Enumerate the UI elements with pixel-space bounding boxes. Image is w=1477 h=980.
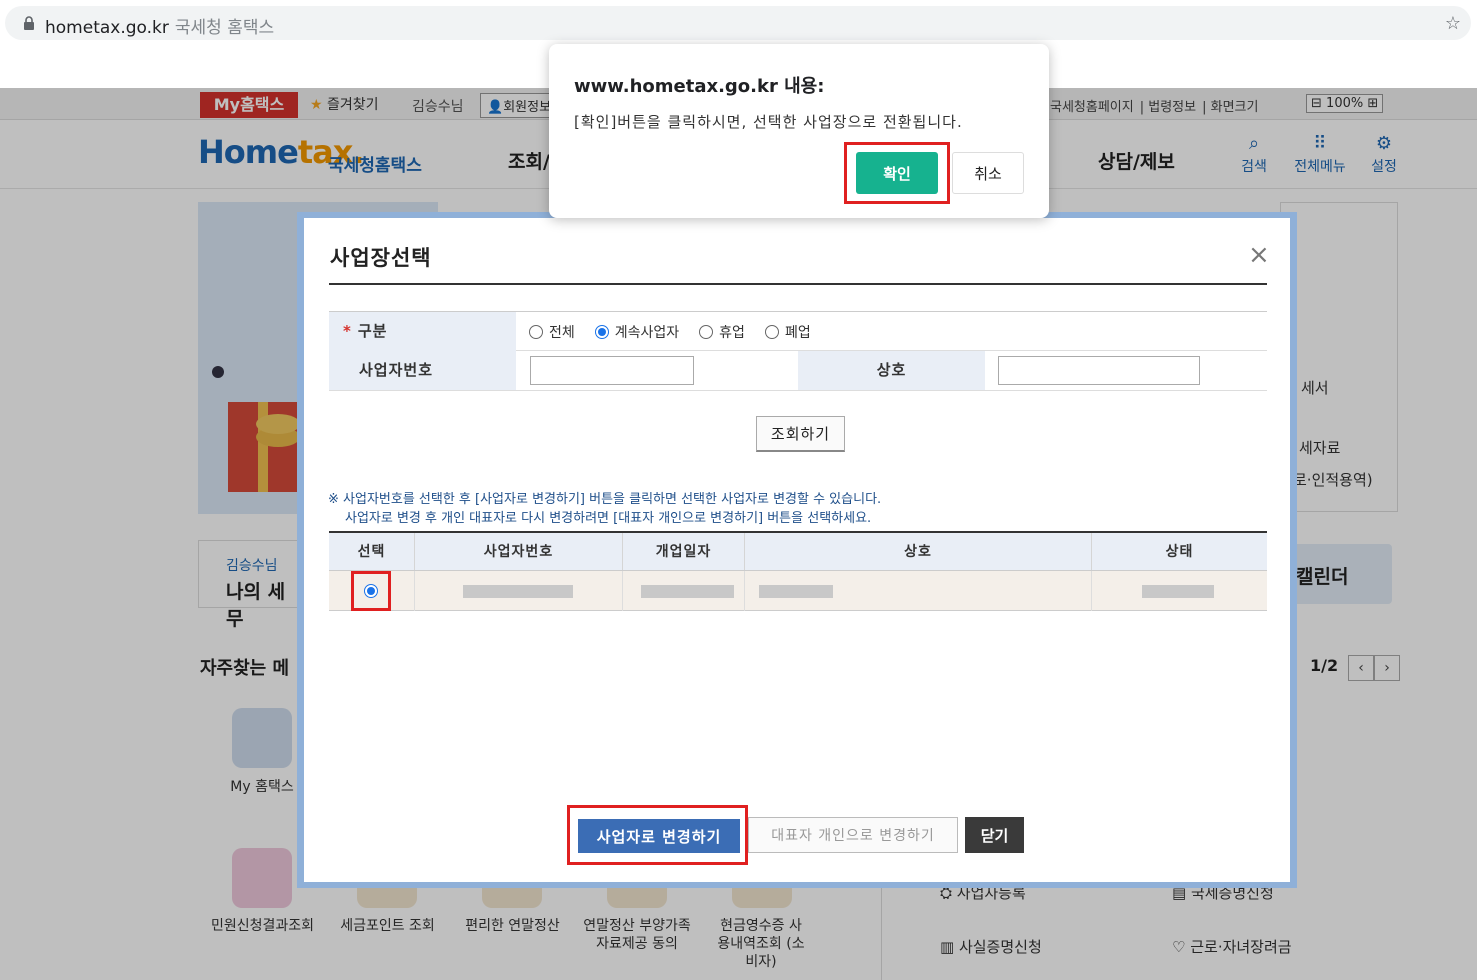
name-label: 상호 <box>798 351 985 390</box>
radio-circle-icon[interactable] <box>529 325 543 339</box>
change-to-business-button[interactable]: 사업자로 변경하기 <box>578 819 740 853</box>
cell-bizno <box>415 571 623 611</box>
table-header: 선택 사업자번호 개업일자 상호 상태 <box>329 531 1267 571</box>
radio-circle-icon[interactable] <box>699 325 714 339</box>
title-divider <box>329 283 1267 285</box>
address-bar[interactable]: hometax.go.kr 국세청 홈택스 ☆ <box>5 6 1471 40</box>
cancel-button[interactable]: 취소 <box>952 152 1024 194</box>
search-button[interactable]: 조회하기 <box>756 416 845 452</box>
search-form: * 구분 전체 계속사업자 휴업 폐업 사업자번호 상호 <box>329 311 1267 391</box>
url-text: hometax.go.kr 국세청 홈택스 <box>45 18 275 38</box>
redacted-bizno <box>463 585 573 598</box>
ok-button[interactable]: 확인 <box>856 152 938 194</box>
confirm-dialog: www.hometax.go.kr 내용: [확인]버튼을 클릭하시면, 선택한… <box>549 44 1049 218</box>
redacted-date <box>641 585 734 598</box>
col-header-select: 선택 <box>329 533 415 570</box>
confirm-message: [확인]버튼을 클릭하시면, 선택한 사업장으로 전환됩니다. <box>574 113 963 131</box>
radio-circle-icon[interactable] <box>764 325 779 339</box>
bookmark-star-icon[interactable]: ☆ <box>1445 13 1461 34</box>
col-header-bizno: 사업자번호 <box>415 533 623 570</box>
bizno-label: 사업자번호 <box>329 351 516 390</box>
confirm-title: www.hometax.go.kr 내용: <box>574 76 825 97</box>
notice-line: ※ 사업자번호를 선택한 후 [사업자로 변경하기] 버튼을 클릭하면 선택한 … <box>328 492 882 507</box>
cell-status <box>1092 571 1267 611</box>
col-header-status: 상태 <box>1165 544 1194 560</box>
name-input[interactable] <box>998 356 1200 385</box>
form-row-type: * 구분 전체 계속사업자 휴업 폐업 <box>329 311 1267 351</box>
cell-select <box>329 571 415 611</box>
radio-suspended[interactable]: 휴업 <box>699 322 745 342</box>
bizno-input[interactable] <box>530 356 694 385</box>
close-button[interactable]: 닫기 <box>965 817 1024 853</box>
notice-line: 사업자로 변경 후 개인 대표자로 다시 변경하려면 [대표자 개인으로 변경하… <box>345 511 872 526</box>
row-radio-icon[interactable] <box>364 584 378 598</box>
required-icon: * <box>343 322 352 340</box>
cell-name <box>745 571 1092 611</box>
radio-circle-icon[interactable] <box>594 325 609 339</box>
radio-all[interactable]: 전체 <box>529 322 575 342</box>
notice-text: ※ 사업자번호를 선택한 후 [사업자로 변경하기] 버튼을 클릭하면 선택한 … <box>328 490 881 528</box>
close-icon[interactable]: × <box>1248 242 1270 268</box>
cell-open-date <box>623 571 745 611</box>
redacted-name <box>759 585 833 598</box>
business-select-modal: 사업장선택 × * 구분 전체 계속사업자 휴업 폐업 사업자번호 상호 조회하기… <box>304 218 1290 882</box>
change-to-personal-button[interactable]: 대표자 개인으로 변경하기 <box>748 817 958 853</box>
col-header-open-date: 개업일자 <box>623 533 745 570</box>
radio-active[interactable]: 계속사업자 <box>594 322 679 342</box>
modal-title: 사업장선택 <box>330 246 432 270</box>
select-highlight-box <box>351 571 391 611</box>
form-row-bizno: 사업자번호 상호 <box>329 351 1267 391</box>
radio-closed[interactable]: 폐업 <box>764 322 811 342</box>
table-row[interactable] <box>329 571 1267 611</box>
redacted-status <box>1142 585 1214 598</box>
type-radio-group: 전체 계속사업자 휴업 폐업 <box>529 322 811 342</box>
col-header-name: 상호 <box>745 533 1092 570</box>
lock-icon <box>24 16 34 30</box>
type-label: * 구분 <box>329 312 516 351</box>
